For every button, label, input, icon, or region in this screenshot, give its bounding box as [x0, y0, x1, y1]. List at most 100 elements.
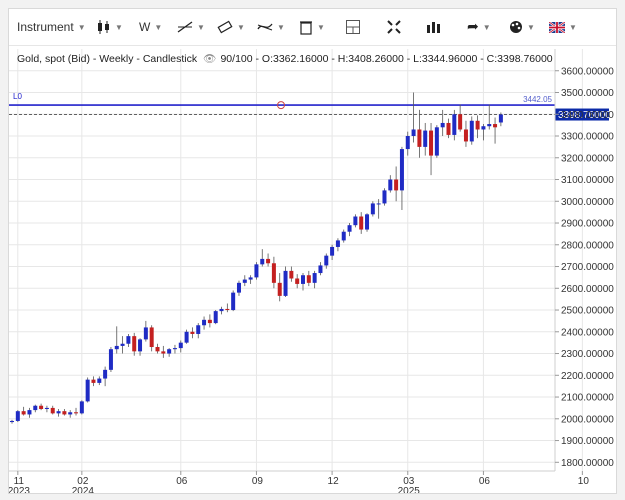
candle-body — [399, 149, 404, 191]
candle-body — [202, 319, 207, 326]
candle-body — [271, 263, 276, 283]
candle-body — [434, 127, 439, 156]
candle-body — [50, 407, 55, 414]
y-tick-label: 2800.00000 — [561, 240, 614, 251]
candle-body — [178, 342, 183, 349]
candle-body — [475, 120, 480, 130]
candle-body — [365, 214, 370, 230]
candle-body — [266, 258, 271, 264]
y-tick-label: 2100.00000 — [561, 393, 614, 404]
y-tick-label: 2600.00000 — [561, 284, 614, 295]
candle-body — [219, 308, 224, 312]
candle-body — [394, 179, 399, 191]
y-tick-label: 3300.00000 — [561, 132, 614, 143]
x-tick-label: 10 — [578, 476, 590, 487]
y-tick-label: 2200.00000 — [561, 371, 614, 382]
candle-body — [469, 120, 474, 142]
candle-body — [120, 343, 125, 346]
y-tick-label: 1800.00000 — [561, 458, 614, 469]
candle-body — [74, 412, 79, 414]
candle-body — [248, 277, 253, 280]
candle-body — [138, 339, 143, 352]
candle-body — [33, 405, 38, 411]
candle-body — [487, 124, 492, 127]
candle-body — [108, 349, 113, 370]
candle-body — [498, 114, 503, 123]
x-tick-label: 12 — [328, 476, 340, 487]
candle-body — [62, 411, 67, 415]
y-tick-label: 3100.00000 — [561, 175, 614, 186]
candle-body — [440, 122, 445, 128]
candle-body — [155, 347, 160, 352]
price-chart[interactable]: L0 3442.053398.76000 1800.000001900.00000… — [9, 9, 616, 493]
candle-body — [359, 216, 364, 230]
candle-body — [353, 216, 358, 226]
candle-body — [452, 114, 457, 135]
x-year-label: 2023 — [9, 486, 30, 493]
y-tick-label: 1900.00000 — [561, 436, 614, 447]
candle-body — [382, 190, 387, 204]
candle-body — [132, 336, 137, 352]
candle-body — [312, 273, 317, 283]
candle-body — [167, 349, 172, 354]
eye-icon: 👁 — [203, 53, 216, 65]
x-year-label: 2025 — [398, 486, 421, 493]
y-tick-label: 3200.00000 — [561, 153, 614, 164]
candle-body — [56, 411, 61, 414]
candle-body — [97, 378, 102, 383]
candle-body — [341, 231, 346, 241]
candle-body — [463, 129, 468, 142]
candle-body — [347, 225, 352, 232]
info-title: Gold, spot (Bid) - Weekly - Candlestick — [17, 53, 198, 65]
candle-body — [295, 278, 300, 284]
candle-body — [91, 379, 96, 383]
candle-body — [306, 275, 311, 283]
candle-body — [301, 275, 305, 284]
candle-body — [417, 129, 422, 147]
candle-body — [172, 348, 177, 350]
candle-body — [254, 264, 259, 278]
candle-body — [15, 411, 20, 421]
candle-body — [225, 308, 230, 311]
candle-body — [405, 136, 410, 150]
candle-body — [44, 407, 49, 410]
candle-body — [39, 405, 44, 410]
y-tick-label: 2700.00000 — [561, 262, 614, 273]
candle-body — [458, 114, 463, 130]
candle-body — [21, 411, 26, 415]
y-tick-label: 2000.00000 — [561, 414, 614, 425]
candle-body — [388, 179, 393, 191]
candle-body — [149, 327, 154, 348]
candle-body — [184, 331, 189, 343]
hline-value-label: 3442.05 — [523, 95, 552, 104]
y-tick-label: 2400.00000 — [561, 327, 614, 338]
candle-body — [446, 122, 451, 135]
candle-body — [376, 203, 381, 205]
candle-body — [324, 255, 329, 266]
candle-body — [161, 351, 166, 354]
candle-body — [207, 319, 212, 324]
candle-body — [231, 292, 236, 311]
x-year-label: 2024 — [72, 486, 95, 493]
candle-body — [330, 246, 335, 256]
candle-body — [335, 240, 340, 247]
candle-body — [126, 336, 131, 344]
candle-body — [493, 124, 498, 128]
chart-info-line: Gold, spot (Bid) - Weekly - Candlestick 👁… — [17, 53, 553, 65]
x-tick-label: 06 — [176, 476, 188, 487]
candle-body — [481, 126, 486, 130]
candle-body — [283, 270, 288, 296]
hline-label: L0 — [13, 92, 22, 101]
y-tick-label: 2300.00000 — [561, 349, 614, 360]
y-tick-label: 2500.00000 — [561, 306, 614, 317]
candle-body — [114, 345, 119, 350]
candle-body — [79, 401, 84, 414]
y-tick-label: 3000.00000 — [561, 197, 614, 208]
candle-body — [10, 420, 14, 423]
candle-body — [260, 258, 265, 265]
y-tick-label: 3600.00000 — [561, 66, 614, 77]
candle-body — [289, 270, 294, 279]
y-tick-label: 3500.00000 — [561, 88, 614, 99]
info-values: 90/100 - O:3362.16000 - H:3408.26000 - L… — [220, 53, 552, 65]
y-tick-label: 3400.00000 — [561, 110, 614, 121]
